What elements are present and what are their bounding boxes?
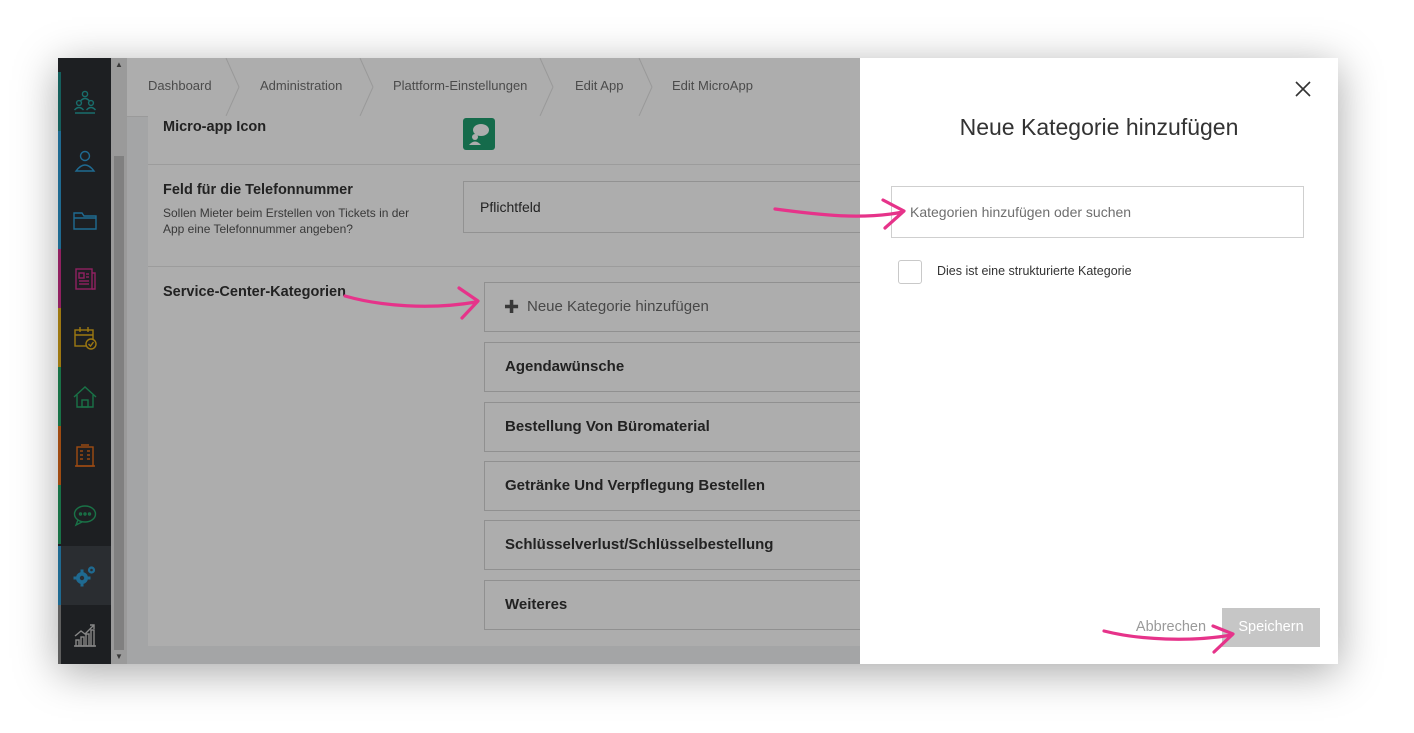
modal-title: Neue Kategorie hinzufügen xyxy=(959,114,1239,140)
save-button[interactable]: Speichern xyxy=(1222,608,1320,647)
app-window: ▲ ▼ Dashboard Administration Plattform-E… xyxy=(58,58,1338,664)
modal-backdrop[interactable] xyxy=(58,58,860,664)
cancel-button[interactable]: Abbrechen xyxy=(1123,608,1219,646)
structured-category-label: Dies ist eine strukturierte Kategorie xyxy=(937,264,1132,278)
category-search-input[interactable] xyxy=(891,186,1304,238)
close-icon[interactable] xyxy=(1294,80,1312,98)
structured-category-checkbox[interactable] xyxy=(898,260,922,284)
add-category-modal: Neue Kategorie hinzufügen Dies ist eine … xyxy=(860,58,1338,664)
